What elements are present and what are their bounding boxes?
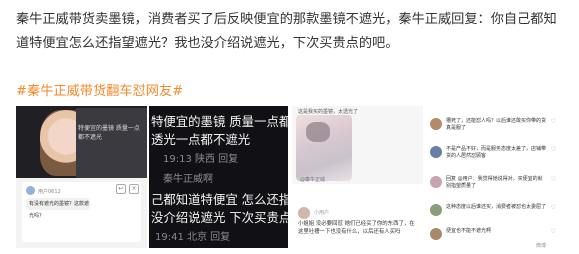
watermark: @秦牛正威 [300,177,326,183]
avatar [430,176,442,188]
overlay-screenshot [76,108,147,178]
post-image-4[interactable]: 槽死了，还能怼人吗？以后谁还敢买你带的货 真是服了 ♡ 不是产品不好，而是服务态… [426,106,562,248]
comment-meta: 19:13 陕西 回复 [163,154,239,165]
comment-line: 透光一点都不遮光 [151,132,251,147]
reply-author: 秦牛正威啊 [163,174,213,185]
like-icon: ♡ [550,228,556,235]
reply-line: 己都知道特便宜 怎么还指 [151,192,288,207]
comment-text: 回复 @用户：我觉得她说得对，买便宜的就别指望质量了 [446,176,543,189]
reply-line: 没介绍说遮光 下次买贵点 [151,210,288,225]
chat-bubble: 有没有遮光的墨镜？这款遮光吗？ [26,198,90,219]
comment-text: 这种态度以后谁还买，消费者被怼也太委屈了 [446,204,547,210]
comment-text: 小姐姐 没必要回怼 她们已经买了你的东西了，在这里吐槽一下也没有什么，以后还有人… [298,221,415,235]
post-text: 秦牛正威带货卖墨镜，消费者买了后反映便宜的那款墨镜不遮光，秦牛正威回复：你自己都… [16,12,557,51]
avatar [430,146,442,158]
hashtag-link[interactable]: #秦牛正威带货翻车怼网友# [16,80,183,99]
avatar [430,118,442,130]
comment-line: 特便宜的墨镜 质量一点都 [151,114,288,129]
avatar [430,204,442,216]
weibo-watermark: 微博 [536,243,547,249]
comment-text: 槽死了，还能怼人吗？以后谁还敢买你带的货 真是服了 [446,118,547,131]
like-icon: ♡ [550,204,556,211]
post-image-1[interactable]: 特便宜的墨镜 质量一点都不遮光 用户0612 有没有遮光的墨镜？这款遮光吗？ ↩… [16,106,147,248]
reply-meta: 19:41 北京 回复 [155,232,231,243]
avatar [430,228,442,240]
overlay-text: 特便宜的墨镜 质量一点都不遮光 [78,125,140,141]
avatar [298,207,310,219]
chat-username: 用户0612 [38,189,61,195]
like-icon: ♡ [550,146,556,153]
post-image-2[interactable]: 特便宜的墨镜 质量一点都 透光一点都不遮光 19:13 陕西 回复 秦牛正威啊 … [149,106,288,248]
lens-shape [306,122,330,142]
photo-caption: 这是我买的墨镜，太透光了 [298,109,359,115]
comment-text: 便宜也不能不遮光啊 [446,228,492,234]
avatar [26,186,35,195]
reply-icon: ↩ [116,184,126,194]
like-icon: ♡ [550,176,556,183]
close-icon: × [129,184,139,194]
post-image-3[interactable]: 这是我买的墨镜，太透光了 @秦牛正威 小用户 小姐姐 没必要回怼 她们已经买了你… [292,106,423,248]
comment-text: 不是产品不好，而是服务态度太差了，店铺带货的人居然怼顾客 [446,146,547,159]
commenter-name: 小用户 [314,210,330,216]
like-icon: ♡ [550,118,556,125]
